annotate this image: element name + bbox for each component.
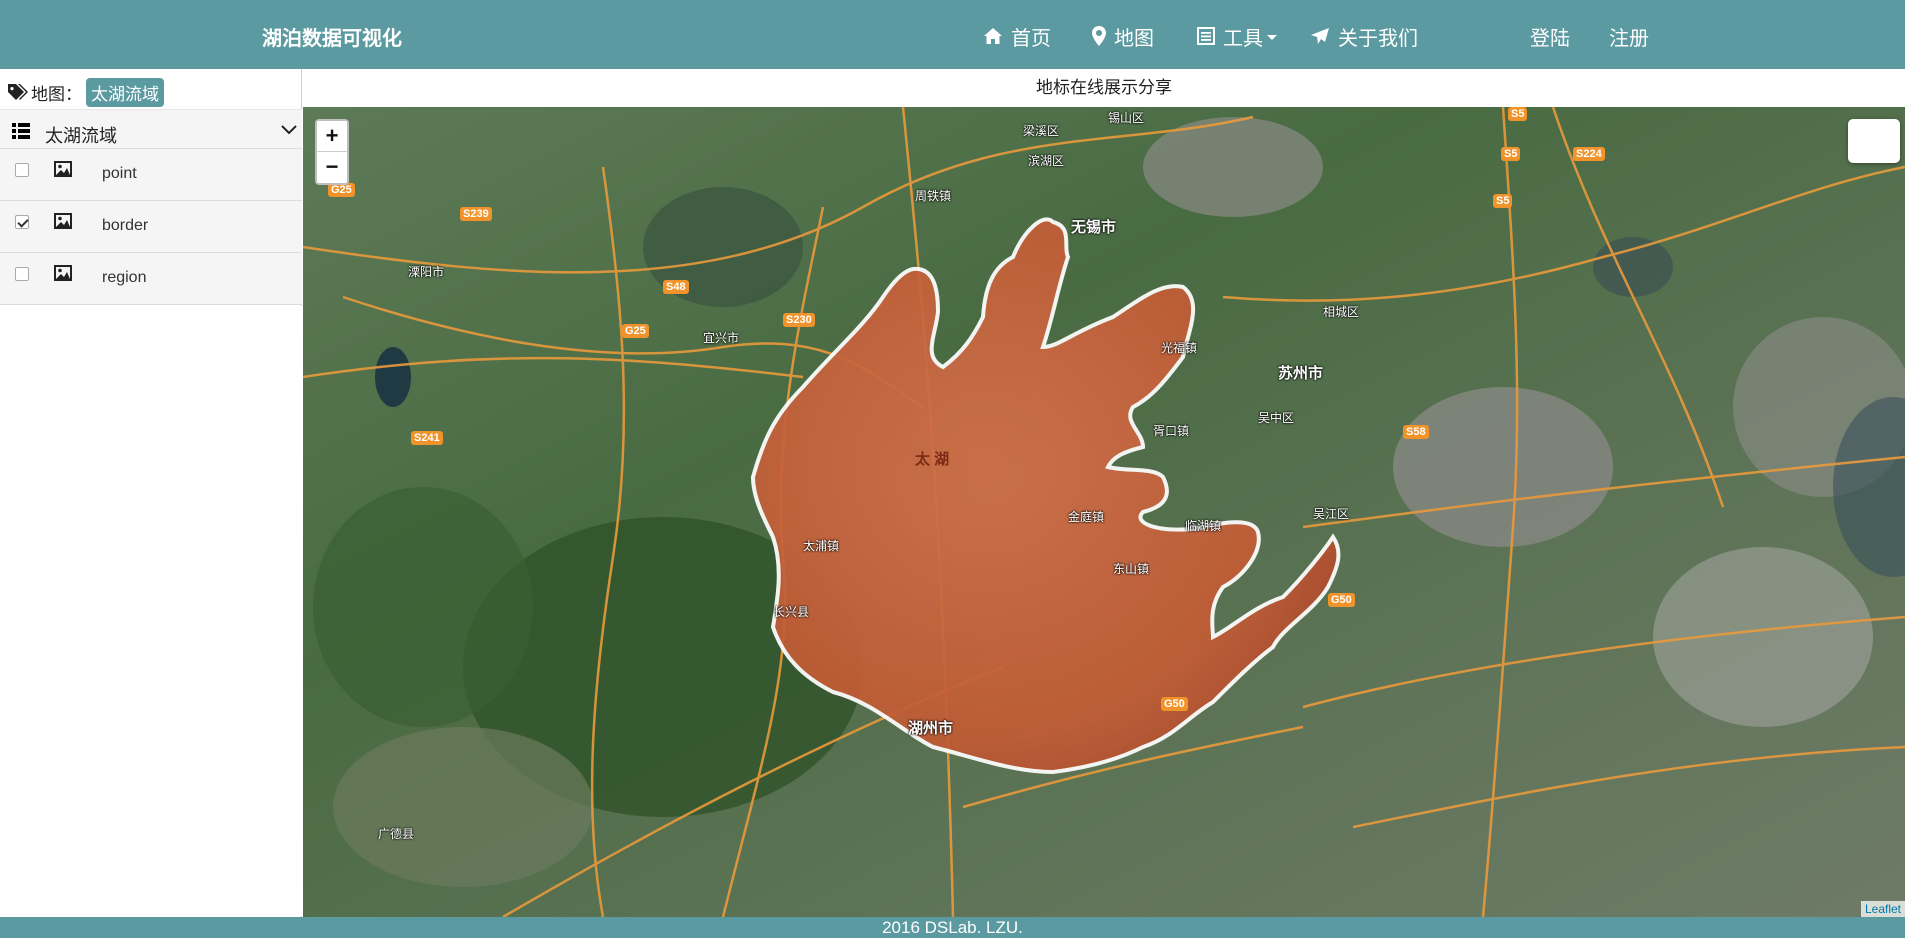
layers-control-button[interactable] [1848, 119, 1900, 163]
place-label: 临湖镇 [1185, 519, 1222, 533]
nav-map-label: 地图 [1114, 27, 1154, 50]
tags-icon [8, 84, 28, 100]
zoom-control: + − [315, 119, 349, 185]
layer-group-header[interactable]: 太湖流域 [0, 109, 302, 149]
road-shield: S48 [663, 280, 689, 294]
layer-border-name: border [102, 217, 149, 234]
place-label: 东山镇 [1113, 562, 1150, 576]
layer-region-checkbox[interactable] [15, 267, 29, 281]
road-shield: S58 [1403, 425, 1429, 439]
login-link[interactable]: 登陆 [1530, 22, 1570, 50]
place-label: 滨湖区 [1028, 154, 1065, 168]
place-label: 溧阳市 [408, 265, 445, 279]
road-shield: S230 [783, 313, 815, 327]
home-icon [984, 28, 1002, 44]
layer-point-checkbox[interactable] [15, 163, 29, 177]
layer-item-region[interactable]: region [0, 253, 302, 305]
lake-name-label: 太 湖 [915, 451, 950, 468]
zoom-out-button[interactable]: − [317, 152, 347, 183]
road-shield: G25 [622, 324, 649, 338]
nav-about-label: 关于我们 [1338, 27, 1418, 50]
place-label: 金庭镇 [1068, 510, 1105, 524]
current-map-badge: 太湖流域 [86, 77, 164, 107]
nav-tools-dropdown[interactable]: 工具 [1197, 22, 1277, 50]
list-icon [12, 123, 30, 139]
image-icon [54, 213, 72, 229]
layer-border-checkbox[interactable] [15, 215, 29, 229]
nav-home[interactable]: 首页 [983, 22, 1051, 50]
map-prefix-label: 地图： [31, 84, 82, 104]
city-label: 苏州市 [1278, 365, 1324, 382]
brand-title[interactable]: 湖泊数据可视化 [262, 22, 402, 51]
nav-tools-label: 工具 [1223, 27, 1263, 50]
place-label: 宜兴市 [703, 331, 740, 345]
layer-sidebar: 地图： 太湖流域 太湖流域 point border region [0, 69, 302, 917]
place-label: 梁溪区 [1023, 124, 1060, 138]
chevron-down-icon[interactable] [281, 124, 297, 136]
map-attribution-link[interactable]: Leaflet [1860, 901, 1905, 917]
place-label: 周铁镇 [915, 189, 952, 203]
caret-down-icon [1267, 34, 1277, 40]
layer-point-name: point [102, 165, 137, 182]
road-shield: S241 [411, 431, 443, 445]
image-icon [54, 265, 72, 281]
list-alt-icon [1197, 27, 1215, 45]
nav-home-label: 首页 [1011, 27, 1051, 50]
layer-region-name: region [102, 269, 147, 286]
map-marker-icon [1092, 26, 1106, 46]
road-shield: S5 [1501, 147, 1521, 161]
map-title: 地标在线展示分享 [303, 69, 1905, 107]
image-icon [54, 161, 72, 177]
road-shield: S239 [460, 207, 492, 221]
nav-map[interactable]: 地图 [1092, 22, 1154, 50]
place-label: 广德县 [378, 827, 415, 841]
page-footer: 2016 DSLab. LZU. [0, 917, 1905, 938]
road-shield: G50 [1328, 593, 1355, 607]
city-label: 湖州市 [908, 720, 954, 737]
register-link[interactable]: 注册 [1609, 22, 1649, 50]
nav-about[interactable]: 关于我们 [1310, 22, 1418, 50]
place-label: 太浦镇 [803, 539, 840, 553]
place-label: 长兴县 [773, 605, 810, 619]
sidebar-empty-area [0, 306, 302, 916]
place-label: 吴中区 [1258, 411, 1295, 425]
layer-item-border[interactable]: border [0, 201, 302, 253]
city-label: 无锡市 [1071, 219, 1117, 236]
road-shield: S5 [1493, 194, 1513, 208]
road-shield: S224 [1573, 147, 1605, 161]
road-shield: G25 [328, 183, 355, 197]
send-icon [1311, 28, 1329, 44]
place-label: 相城区 [1323, 305, 1360, 319]
place-label: 吴江区 [1313, 507, 1350, 521]
road-shield: S5 [1508, 107, 1528, 121]
layer-group-label: 太湖流域 [45, 126, 117, 146]
zoom-in-button[interactable]: + [317, 121, 347, 152]
map-canvas[interactable]: 太 湖 无锡市 苏州市 湖州市 宜兴市 长兴县 溧阳市 锡山区 滨湖区 梁溪区 … [303, 107, 1905, 917]
place-label: 胥口镇 [1153, 424, 1190, 438]
current-map-indicator: 地图： 太湖流域 [7, 77, 164, 107]
place-label: 光福镇 [1161, 341, 1198, 355]
top-navbar: 湖泊数据可视化 首页 地图 工具 关于我们 登陆 注册 [0, 0, 1905, 69]
layer-item-point[interactable]: point [0, 149, 302, 201]
place-label: 锡山区 [1108, 111, 1145, 125]
road-shield: G50 [1161, 697, 1188, 711]
